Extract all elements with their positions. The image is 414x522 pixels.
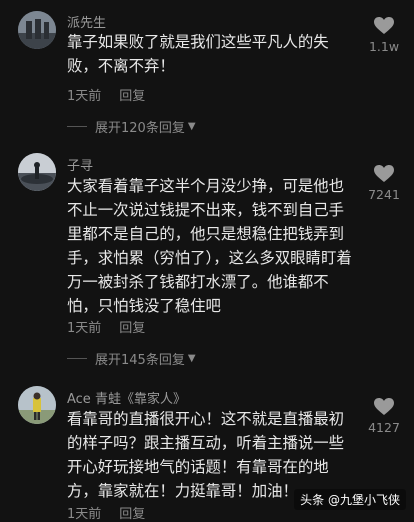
divider-line [67,358,87,359]
expand-replies-button[interactable]: 展开145条回复 ▼ [67,349,196,368]
expand-replies-label: 展开120条回复 [95,121,185,136]
comment-text: 靠子如果败了就是我们这些平凡人的失败，不离不弃！ [67,33,329,75]
comment-username[interactable]: Ace 青蛙《靠家人》 [67,388,186,407]
avatar[interactable] [18,153,56,191]
heart-icon [374,398,394,415]
avatar[interactable] [18,11,56,49]
heart-icon [374,17,394,34]
reply-button[interactable]: 回复 [119,321,145,336]
reply-button[interactable]: 回复 [119,89,145,104]
comment-text: 大家看着靠子这半个月没少挣，可是他也不止一次说过钱提不出来，钱不到自己手里都不是… [67,177,352,315]
avatar[interactable] [18,386,56,424]
like-button[interactable]: 7241 [364,165,404,202]
comment-time: 1天前 [67,89,102,104]
divider-line [67,126,87,127]
expand-replies-button[interactable]: 展开120条回复 ▼ [67,117,196,136]
like-button[interactable]: 4127 [364,398,404,435]
comment-meta: 1天前 回复 [67,503,145,522]
watermark: 头条 @九堡小飞侠 [294,489,406,510]
like-button[interactable]: 1.1w [364,17,404,54]
comment-username[interactable]: 派先生 [67,12,106,31]
comment-time: 1天前 [67,321,102,336]
comment-meta: 1天前 回复 [67,85,145,104]
like-count: 7241 [368,187,400,202]
like-count: 1.1w [368,39,400,54]
like-count: 4127 [368,420,400,435]
comment-username[interactable]: 子寻 [67,155,93,174]
expand-replies-label: 展开145条回复 [95,353,185,368]
heart-icon [374,165,394,182]
triangle-down-icon: ▼ [187,121,196,132]
comment-meta: 1天前 回复 [67,317,145,336]
triangle-down-icon: ▼ [187,353,196,364]
